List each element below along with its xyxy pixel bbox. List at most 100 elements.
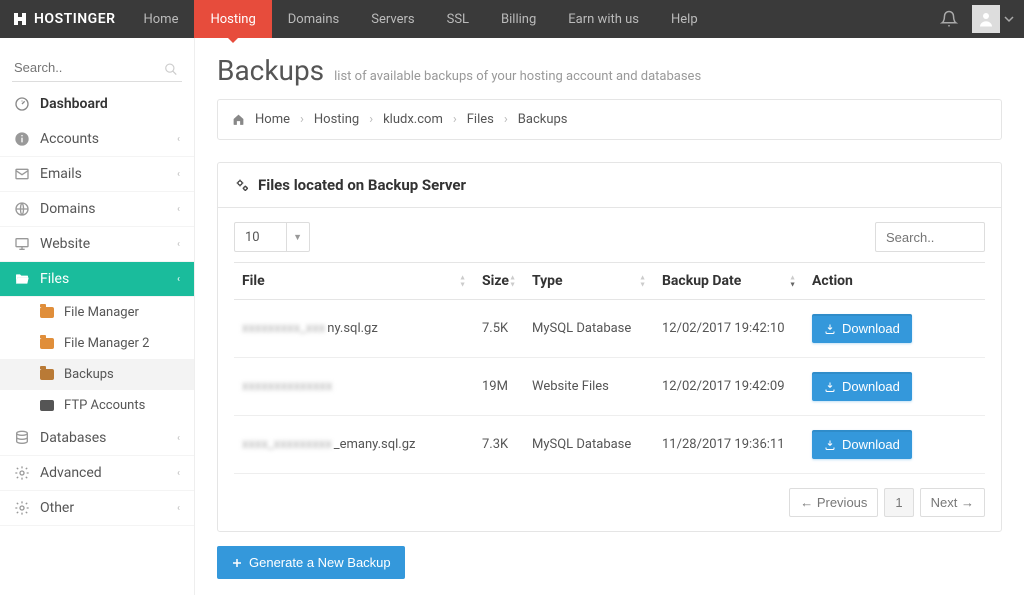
download-label: Download [842,437,900,452]
pagination: ← Previous 1 Next → [234,488,985,517]
breadcrumb-hosting[interactable]: Hosting [314,112,359,127]
chevron-right-icon: › [300,112,304,127]
col-backup-date[interactable]: Backup Date ▲▼ [654,263,804,300]
user-menu[interactable] [972,5,1014,33]
sidebar-item-emails[interactable]: Emails ‹ [0,157,194,192]
download-icon [824,439,836,451]
cell-size: 19M [474,358,524,416]
bell-icon[interactable] [940,10,958,28]
sidebar-item-other[interactable]: Other‹ [0,491,194,526]
sidebar-item-dashboard[interactable]: Dashboard [0,92,194,122]
plus-icon [231,557,243,569]
cell-date: 12/02/2017 19:42:09 [654,358,804,416]
sidebar-item-files[interactable]: Files ‹ [0,262,194,297]
chevron-right-icon: ‹ [177,204,180,215]
sort-icon: ▲▼ [789,275,796,288]
col-action[interactable]: Action [804,263,985,300]
nav-item-domains[interactable]: Domains [272,0,355,38]
generate-backup-button[interactable]: Generate a New Backup [217,546,405,579]
chevron-right-icon: ‹ [177,169,180,180]
chevron-down-icon: ▼ [287,232,309,243]
sidebar-sub-ftp-accounts[interactable]: FTP Accounts [0,390,194,421]
sidebar-item-accounts[interactable]: Accounts‹ [0,122,194,157]
cell-date: 12/02/2017 19:42:10 [654,300,804,358]
chevron-right-icon: ‹ [177,239,180,250]
home-icon [232,113,245,126]
folder-icon [40,369,54,380]
sidebar-sub-label: Backups [64,367,114,382]
panel-title-row: Files located on Backup Server [218,163,1001,208]
sidebar-item-advanced[interactable]: Advanced‹ [0,456,194,491]
page-subtitle: list of available backups of your hostin… [334,69,701,84]
download-icon [824,381,836,393]
col-label: Backup Date [662,273,741,289]
brand[interactable]: HOSTINGER [0,11,127,27]
prev-button[interactable]: ← Previous [789,488,878,517]
col-file[interactable]: File ▲▼ [234,263,474,300]
cell-file: xxxx_xxxxxxxxx_emany.sql.gz [234,416,474,474]
sidebar-sub-file-manager-2[interactable]: File Manager 2 [0,328,194,359]
page-1-button[interactable]: 1 [884,488,913,517]
brand-text: HOSTINGER [34,11,115,27]
cell-file: xxxxxxxxxxxxxx [234,358,474,416]
sidebar-sub-file-manager[interactable]: File Manager [0,297,194,328]
sidebar-item-domains[interactable]: Domains‹ [0,192,194,227]
col-label: Type [532,273,563,289]
database-icon [14,430,30,446]
col-label: Size [482,273,509,289]
sidebar-sub-backups[interactable]: Backups [0,359,194,390]
nav-item-home[interactable]: Home [127,0,194,38]
nav-item-help[interactable]: Help [655,0,714,38]
col-label: File [242,273,265,289]
sidebar-item-databases[interactable]: Databases‹ [0,421,194,456]
next-button[interactable]: Next → [920,488,985,517]
nav-item-hosting[interactable]: Hosting [194,0,271,38]
table-search-input[interactable] [875,222,985,252]
breadcrumb-kludx-com[interactable]: kludx.com [383,112,443,127]
breadcrumb-backups: Backups [518,112,568,127]
chevron-right-icon: ‹ [177,503,180,514]
sidebar-search-input[interactable] [12,54,182,82]
nav-item-billing[interactable]: Billing [485,0,552,38]
sidebar-item-label: Accounts [40,131,99,147]
col-type[interactable]: Type▲▼ [524,263,654,300]
panel-title: Files located on Backup Server [258,176,466,194]
sidebar-item-label: Advanced [40,465,102,481]
nav-item-earn-with-us[interactable]: Earn with us [552,0,655,38]
folder-open-icon [14,271,30,287]
nav-item-ssl[interactable]: SSL [431,0,485,38]
page-size-select[interactable]: 10 ▼ [234,222,310,252]
backups-table: File ▲▼ Size▲▼Type▲▼ Backup Date ▲▼ Action xx… [234,262,985,474]
col-label: Action [812,273,853,289]
download-button[interactable]: Download [812,430,912,459]
monitor-icon [14,236,30,252]
cell-action: Download [804,358,985,416]
sidebar-item-label: Files [40,271,69,287]
chevron-left-icon: ‹ [177,274,180,285]
gears-icon [234,177,250,193]
gear-icon [14,500,30,516]
sidebar-item-label: Emails [40,166,82,182]
sidebar-sub-label: FTP Accounts [64,398,145,413]
col-size[interactable]: Size▲▼ [474,263,524,300]
download-label: Download [842,321,900,336]
sidebar-item-website[interactable]: Website‹ [0,227,194,262]
nav-item-servers[interactable]: Servers [355,0,430,38]
cell-type: MySQL Database [524,300,654,358]
table-row: xxxx_xxxxxxxxx_emany.sql.gz7.3KMySQL Dat… [234,416,985,474]
chevron-right-icon: › [504,112,508,127]
avatar [972,5,1000,33]
sidebar-sub-label: File Manager 2 [64,336,149,351]
chevron-right-icon: › [369,112,373,127]
gear-icon [14,465,30,481]
topbar-right [940,5,1024,33]
search-icon [164,62,178,76]
sort-icon: ▲▼ [459,275,466,288]
breadcrumb-files[interactable]: Files [467,112,494,127]
breadcrumb-home[interactable]: Home [255,112,290,127]
download-button[interactable]: Download [812,372,912,401]
download-button[interactable]: Download [812,314,912,343]
cell-action: Download [804,300,985,358]
sidebar-sub-label: File Manager [64,305,139,320]
table-row: xxxxxxxxxxxxxx19MWebsite Files12/02/2017… [234,358,985,416]
